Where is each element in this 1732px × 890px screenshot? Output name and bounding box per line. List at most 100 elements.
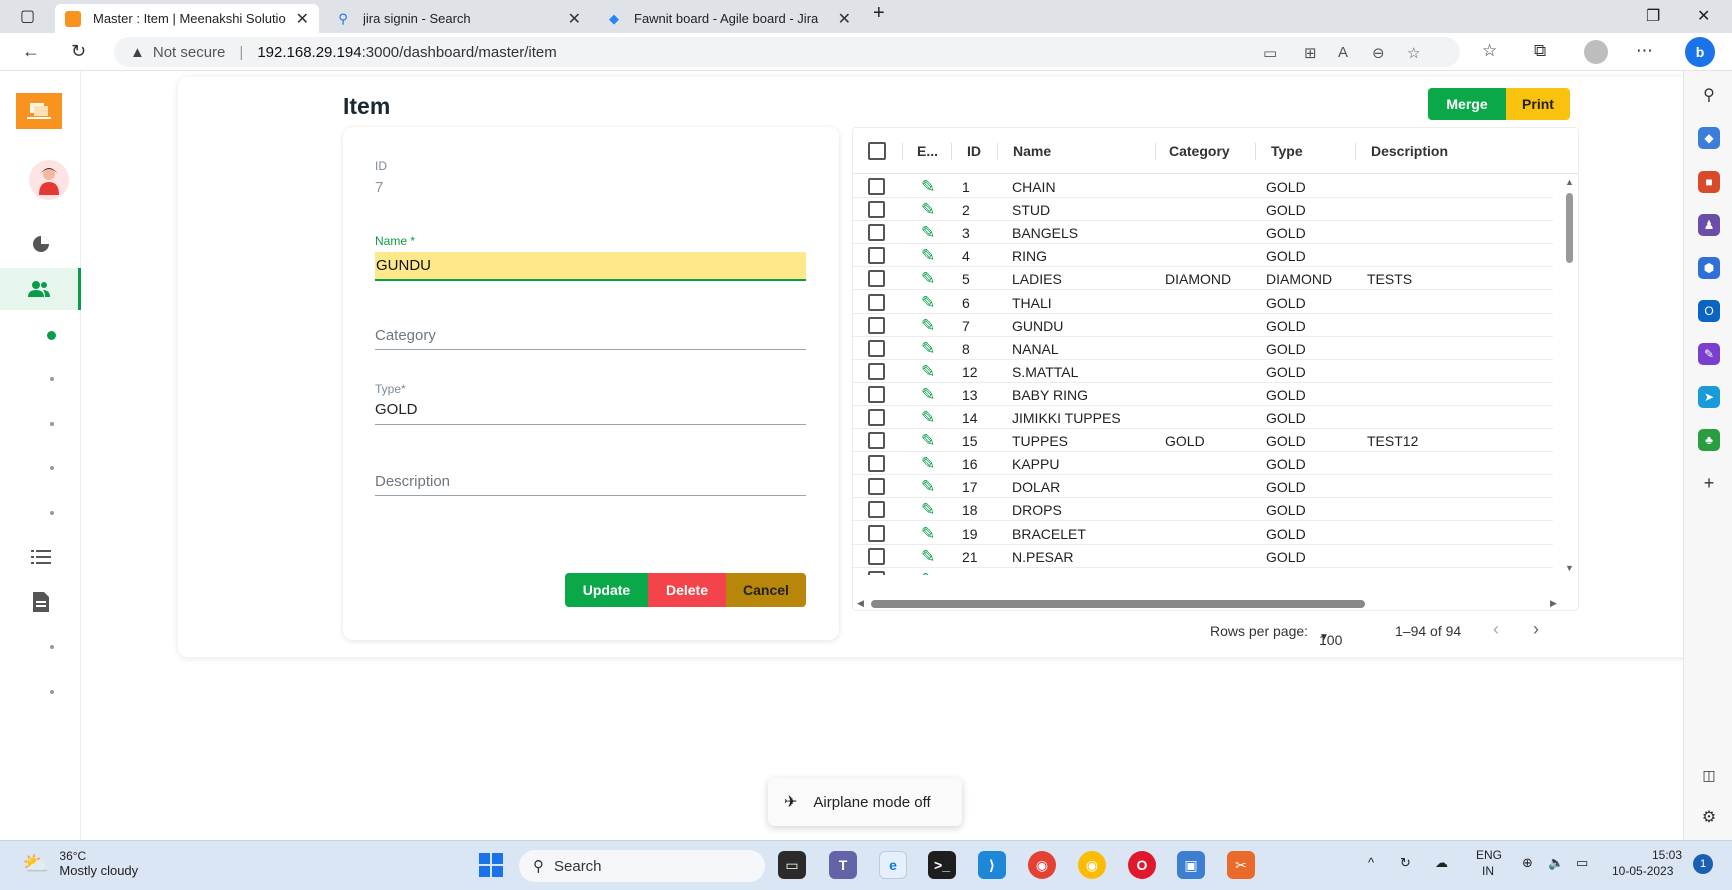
- refresh-icon[interactable]: ↻: [71, 41, 86, 62]
- teams-icon[interactable]: T: [829, 851, 857, 879]
- table-row[interactable]: ✎ 22 N.MATTAL GOLD: [853, 568, 1553, 575]
- table-row[interactable]: ✎ 2 STUD GOLD: [853, 198, 1553, 222]
- table-row[interactable]: ✎ 7 GUNDU GOLD: [853, 314, 1553, 337]
- onedrive-icon[interactable]: ☁: [1435, 855, 1448, 871]
- volume-icon[interactable]: 🔈: [1548, 855, 1564, 871]
- nav-subitem[interactable]: [50, 377, 54, 381]
- edit-pencil-icon[interactable]: ✎: [921, 269, 935, 289]
- update-button[interactable]: Update: [565, 573, 648, 607]
- edge-browser-icon[interactable]: e: [879, 851, 907, 879]
- previous-page-icon[interactable]: ‹: [1493, 619, 1499, 640]
- show-hidden-icons-icon[interactable]: ^: [1368, 855, 1374, 870]
- app-window-icon[interactable]: ▣: [1177, 851, 1205, 879]
- row-checkbox[interactable]: [868, 455, 885, 473]
- taskbar-search[interactable]: ⚲ Search: [519, 850, 765, 882]
- table-row[interactable]: ✎ 6 THALI GOLD: [853, 291, 1553, 314]
- nav-dashboard[interactable]: [0, 223, 81, 265]
- notification-badge[interactable]: 1: [1693, 854, 1713, 874]
- table-row[interactable]: ✎ 5 LADIES DIAMOND DIAMOND TESTS: [853, 267, 1553, 291]
- table-row[interactable]: ✎ 1 CHAIN GOLD: [853, 175, 1553, 198]
- tree-icon[interactable]: ♣: [1698, 429, 1720, 451]
- close-tab-icon[interactable]: ✕: [838, 9, 851, 29]
- table-row[interactable]: ✎ 16 KAPPU GOLD: [853, 452, 1553, 476]
- nav-subitem[interactable]: [50, 511, 54, 515]
- cancel-button[interactable]: Cancel: [726, 573, 806, 607]
- extensions-icon[interactable]: ⊞: [1304, 44, 1317, 62]
- table-row[interactable]: ✎ 21 N.PESAR GOLD: [853, 545, 1553, 568]
- add-favorite-icon[interactable]: ☆: [1407, 44, 1420, 62]
- row-checkbox[interactable]: [868, 524, 885, 542]
- column-header-description[interactable]: Description: [1371, 143, 1448, 159]
- tab-master-item[interactable]: Master : Item | Meenakshi Solutio ✕: [55, 4, 319, 33]
- url-field[interactable]: ▲ Not secure | 192.168.29.194:3000/dashb…: [114, 37, 1460, 67]
- search-icon[interactable]: ⚲: [1698, 84, 1720, 106]
- nav-list[interactable]: [0, 536, 81, 578]
- language-top[interactable]: ENG: [1476, 848, 1502, 862]
- read-aloud-icon[interactable]: A: [1338, 44, 1348, 61]
- column-header-type[interactable]: Type: [1271, 143, 1303, 159]
- vertical-scrollbar[interactable]: ▲ ▼: [1563, 175, 1575, 575]
- add-icon[interactable]: +: [1698, 472, 1720, 494]
- outlook-icon[interactable]: O: [1698, 300, 1720, 322]
- clock-time[interactable]: 15:03: [1652, 848, 1682, 862]
- select-all-checkbox[interactable]: [868, 142, 886, 160]
- microsoft-365-icon[interactable]: ⬢: [1698, 257, 1720, 279]
- battery-icon[interactable]: ▭: [1576, 855, 1588, 871]
- table-row[interactable]: ✎ 18 DROPS GOLD: [853, 498, 1553, 522]
- edit-pencil-icon[interactable]: ✎: [921, 524, 935, 544]
- terminal-icon[interactable]: >_: [928, 851, 956, 879]
- row-checkbox[interactable]: [868, 201, 885, 219]
- nav-subitem[interactable]: [50, 466, 54, 470]
- back-icon[interactable]: ←: [22, 41, 40, 62]
- table-row[interactable]: ✎ 19 BRACELET GOLD: [853, 522, 1553, 545]
- horizontal-scrollbar[interactable]: ◀ ▶: [853, 596, 1563, 610]
- row-checkbox[interactable]: [868, 385, 885, 403]
- column-header-id[interactable]: ID: [967, 143, 981, 159]
- opera-icon[interactable]: O: [1128, 851, 1156, 879]
- nav-reports[interactable]: [0, 581, 81, 623]
- nav-subitem-item[interactable]: [47, 331, 56, 340]
- edit-pencil-icon[interactable]: ✎: [921, 385, 935, 405]
- snipping-tool-icon[interactable]: ✂: [1227, 851, 1255, 879]
- edit-pencil-icon[interactable]: ✎: [921, 246, 935, 266]
- bing-chat-icon[interactable]: b: [1685, 37, 1715, 67]
- delete-button[interactable]: Delete: [648, 573, 726, 607]
- category-field[interactable]: Category: [375, 327, 436, 344]
- nav-subitem[interactable]: [50, 645, 54, 649]
- close-window-icon[interactable]: ✕: [1697, 6, 1710, 26]
- row-checkbox[interactable]: [868, 293, 885, 311]
- shopping-icon[interactable]: ◆: [1698, 127, 1720, 149]
- chrome-profile-icon[interactable]: ◉: [1078, 851, 1106, 879]
- table-row[interactable]: ✎ 15 TUPPES GOLD GOLD TEST12: [853, 429, 1553, 453]
- avatar[interactable]: [29, 160, 69, 200]
- nav-masters[interactable]: [0, 268, 81, 310]
- description-field[interactable]: Description: [375, 473, 450, 490]
- profile-icon[interactable]: [1584, 40, 1608, 64]
- app-available-icon[interactable]: ▭: [1263, 44, 1277, 62]
- zoom-icon[interactable]: ⊖: [1372, 44, 1385, 62]
- scroll-down-icon[interactable]: ▼: [1565, 563, 1574, 573]
- row-checkbox[interactable]: [868, 547, 885, 565]
- table-row[interactable]: ✎ 4 RING GOLD: [853, 244, 1553, 268]
- row-checkbox[interactable]: [868, 178, 885, 195]
- tab-actions-icon[interactable]: ▢: [20, 6, 35, 26]
- company-logo[interactable]: [16, 93, 62, 129]
- row-checkbox[interactable]: [868, 570, 885, 575]
- scroll-right-icon[interactable]: ▶: [1550, 598, 1557, 609]
- table-row[interactable]: ✎ 13 BABY RING GOLD: [853, 383, 1553, 406]
- favorites-icon[interactable]: ☆: [1482, 41, 1497, 61]
- edit-pencil-icon[interactable]: ✎: [921, 177, 935, 197]
- table-row[interactable]: ✎ 14 JIMIKKI TUPPES GOLD: [853, 406, 1553, 429]
- edit-pencil-icon[interactable]: ✎: [921, 477, 935, 497]
- collections-icon[interactable]: ⧉: [1534, 41, 1546, 61]
- table-row[interactable]: ✎ 12 S.MATTAL GOLD: [853, 360, 1553, 383]
- scroll-up-icon[interactable]: ▲: [1565, 177, 1574, 187]
- close-tab-icon[interactable]: ✕: [568, 9, 581, 29]
- table-row[interactable]: ✎ 8 NANAL GOLD: [853, 337, 1553, 360]
- tab-jira-search[interactable]: ⚲ jira signin - Search ✕: [325, 4, 591, 33]
- type-field[interactable]: GOLD: [375, 401, 418, 418]
- nav-subitem[interactable]: [50, 422, 54, 426]
- column-header-name[interactable]: Name: [1013, 143, 1051, 159]
- column-header-edit[interactable]: E...: [917, 143, 938, 159]
- send-icon[interactable]: ➤: [1698, 386, 1720, 408]
